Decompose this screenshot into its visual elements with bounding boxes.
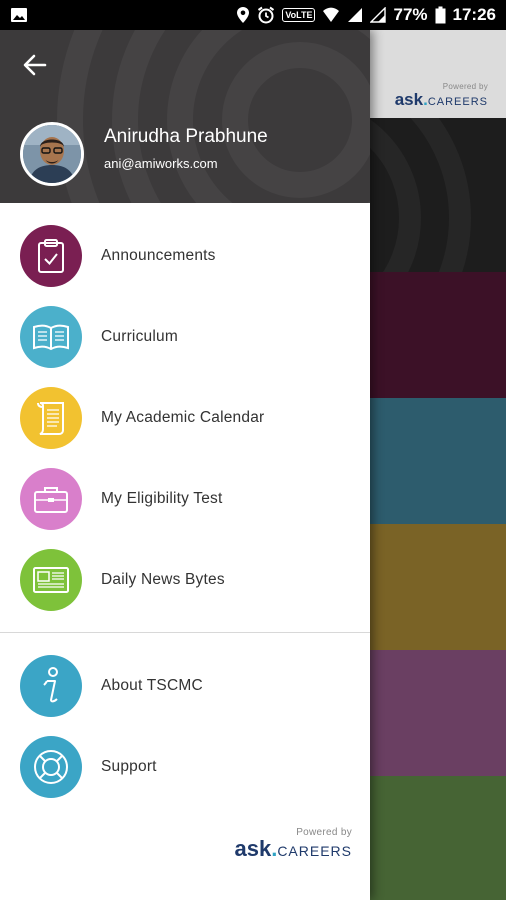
alarm-icon — [257, 6, 275, 24]
back-arrow-icon — [23, 54, 47, 76]
location-icon — [236, 6, 250, 24]
signal-icon-1 — [347, 7, 363, 23]
clock-time: 17:26 — [452, 5, 496, 24]
menu-item-daily-news-bytes[interactable]: Daily News Bytes — [0, 539, 370, 620]
scroll-icon — [20, 386, 82, 449]
powered-by-logo[interactable]: Powered by ask. CAREERS — [234, 827, 352, 862]
primary-menu: Announcements Curriculum My Academic Cal… — [0, 203, 370, 620]
user-email: ani@amiworks.com — [104, 156, 218, 171]
status-bar: VoLTE 77% 17:26 — [0, 0, 506, 30]
menu-label-support: Support — [101, 757, 157, 775]
menu-label-daily-news-bytes: Daily News Bytes — [101, 570, 225, 588]
user-avatar[interactable] — [20, 122, 84, 186]
signal-icon-2 — [370, 7, 387, 23]
battery-icon — [435, 6, 446, 24]
brand-careers-text: CAREERS — [277, 843, 352, 859]
menu-label-academic-calendar: My Academic Calendar — [101, 408, 265, 426]
lifebuoy-icon — [20, 735, 82, 798]
open-book-icon — [20, 305, 82, 368]
menu-item-announcements[interactable]: Announcements — [0, 215, 370, 296]
menu-label-curriculum: Curriculum — [101, 327, 178, 345]
menu-label-announcements: Announcements — [101, 246, 216, 264]
menu-item-academic-calendar[interactable]: My Academic Calendar — [0, 377, 370, 458]
menu-item-curriculum[interactable]: Curriculum — [0, 296, 370, 377]
drawer-header: Anirudha Prabhune ani@amiworks.com — [0, 30, 370, 203]
brand-ask-text: ask — [234, 836, 272, 861]
menu-label-eligibility-test: My Eligibility Test — [101, 489, 223, 507]
volte-badge: VoLTE — [282, 8, 316, 22]
clipboard-check-icon — [20, 224, 82, 287]
newspaper-icon — [20, 548, 82, 611]
background-brand-logo: Powered by ask. CAREERS — [394, 82, 488, 109]
image-notification-icon — [10, 7, 28, 23]
menu-label-about: About TSCMC — [101, 676, 203, 694]
menu-item-about[interactable]: About TSCMC — [0, 645, 370, 726]
secondary-menu: About TSCMC Support — [0, 633, 370, 807]
briefcase-icon — [20, 467, 82, 530]
battery-percent: 77% — [393, 5, 428, 24]
back-button[interactable] — [18, 50, 52, 80]
powered-by-text: Powered by — [296, 827, 352, 838]
wifi-icon — [322, 7, 340, 23]
navigation-drawer: Anirudha Prabhune ani@amiworks.com Annou… — [0, 30, 370, 900]
user-name: Anirudha Prabhune — [104, 126, 268, 147]
info-icon — [20, 654, 82, 717]
menu-item-eligibility-test[interactable]: My Eligibility Test — [0, 458, 370, 539]
menu-item-support[interactable]: Support — [0, 726, 370, 807]
